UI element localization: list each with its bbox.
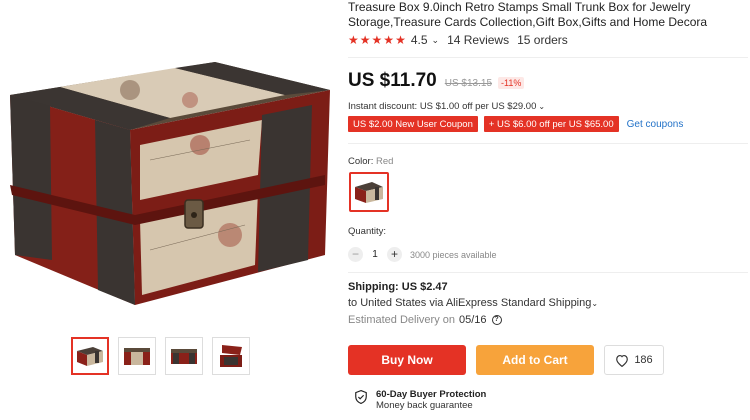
star-icon: ★ — [348, 33, 359, 47]
chevron-down-icon: ⌄ — [591, 299, 599, 308]
color-swatch-red[interactable] — [349, 172, 389, 212]
chevron-down-icon[interactable]: ⌄ — [432, 35, 440, 46]
coupon-row: US $2.00 New User Coupon + US $6.00 off … — [348, 116, 683, 132]
quantity-label: Quantity: — [348, 226, 387, 237]
color-label-text: Color: — [348, 156, 376, 167]
color-label: Color: Red — [348, 156, 393, 167]
product-main-image[interactable] — [0, 50, 330, 310]
color-value: Red — [375, 156, 394, 167]
thumbnail-2[interactable] — [118, 337, 156, 375]
store-coupon[interactable]: + US $6.00 off per US $65.00 — [483, 116, 619, 132]
shipping-method-text: to United States via AliExpress Standard… — [348, 297, 592, 309]
buy-now-button[interactable]: Buy Now — [348, 345, 466, 375]
star-rating: ★ ★ ★ ★ ★ — [348, 34, 406, 46]
wishlist-count: 186 — [634, 354, 653, 366]
estimated-delivery-label: Estimated Delivery on — [348, 314, 455, 326]
shipping-method[interactable]: to United States via AliExpress Standard… — [348, 297, 598, 309]
heart-icon — [616, 354, 629, 367]
buyer-protection-title: 60-Day Buyer Protection — [376, 389, 487, 400]
estimated-delivery-date: 05/16 — [459, 314, 487, 326]
star-icon: ★ — [383, 33, 395, 47]
new-user-coupon[interactable]: US $2.00 New User Coupon — [348, 116, 478, 132]
divider — [348, 272, 748, 273]
instant-discount-text: Instant discount: US $1.00 off per US $2… — [348, 101, 537, 112]
divider — [348, 143, 748, 144]
star-icon: ★ — [359, 33, 371, 47]
info-icon[interactable]: ? — [491, 315, 502, 325]
chevron-down-icon: ⌄ — [538, 102, 546, 111]
discount-badge: -11% — [498, 77, 525, 89]
price-row: US $11.70 US $13.15 -11% — [348, 70, 525, 92]
product-gallery — [0, 0, 330, 420]
add-to-cart-button[interactable]: Add to Cart — [476, 345, 594, 375]
buyer-protection-subtitle: Money back guarantee — [376, 400, 473, 411]
product-title: Treasure Box 9.0inch Retro Stamps Small … — [348, 0, 708, 29]
rating-score[interactable]: 4.5 — [411, 33, 428, 47]
quantity-stepper: − 1 + 3000 pieces available — [348, 247, 497, 262]
divider — [348, 57, 748, 58]
get-coupons-link[interactable]: Get coupons — [627, 119, 684, 130]
product-details: Treasure Box 9.0inch Retro Stamps Small … — [348, 0, 750, 420]
estimated-delivery: Estimated Delivery on 05/16 ? — [348, 314, 502, 326]
buyer-protection: 60-Day Buyer Protection Money back guara… — [354, 389, 486, 411]
star-icon: ★ — [395, 33, 406, 47]
thumbnail-4[interactable] — [212, 337, 250, 375]
current-price: US $11.70 — [348, 70, 437, 91]
thumbnail-3[interactable] — [165, 337, 203, 375]
quantity-decrease-button[interactable]: − — [348, 247, 363, 262]
star-icon: ★ — [371, 33, 383, 47]
shield-check-icon — [355, 389, 367, 405]
thumbnail-strip — [71, 337, 250, 375]
quantity-increase-button[interactable]: + — [387, 247, 402, 262]
buyer-protection-text: 60-Day Buyer Protection Money back guara… — [376, 389, 486, 411]
thumbnail-1[interactable] — [71, 337, 109, 375]
stock-available: 3000 pieces available — [410, 249, 497, 260]
shipping-cost: Shipping: US $2.47 — [348, 281, 448, 293]
orders-count: 15 orders — [517, 33, 568, 47]
instant-discount[interactable]: Instant discount: US $1.00 off per US $2… — [348, 101, 545, 112]
rating-row: ★ ★ ★ ★ ★ 4.5 ⌄ 14 Reviews 15 orders — [348, 33, 568, 47]
quantity-input[interactable]: 1 — [363, 249, 387, 260]
reviews-link[interactable]: 14 Reviews — [447, 33, 509, 47]
original-price: US $13.15 — [444, 78, 493, 89]
wishlist-button[interactable]: 186 — [604, 345, 664, 375]
